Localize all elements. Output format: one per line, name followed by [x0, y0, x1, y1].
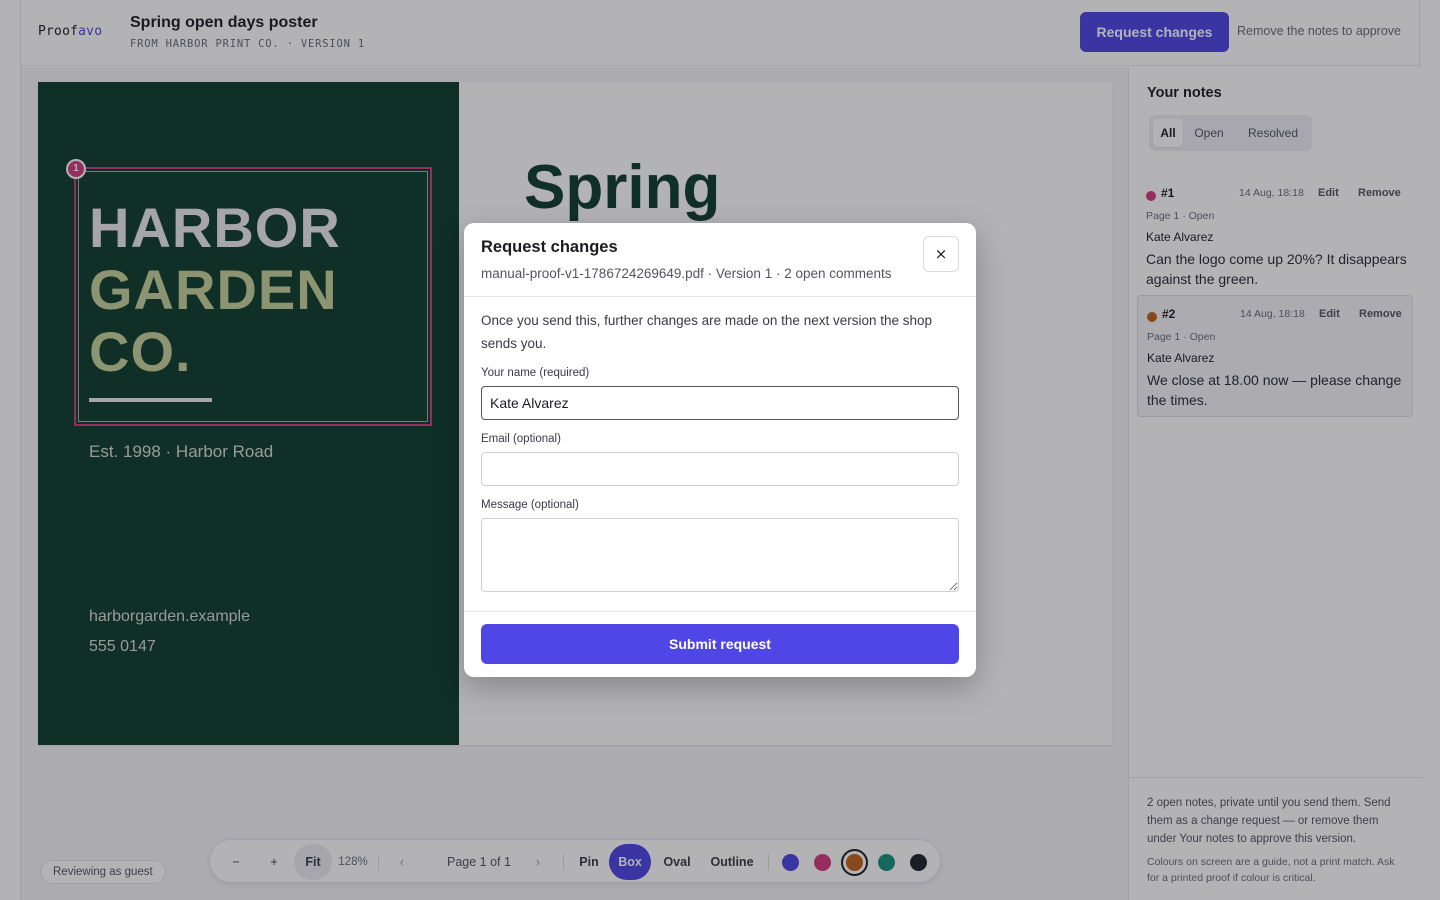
name-label: Your name (required) [481, 367, 590, 379]
close-icon[interactable]: × [923, 236, 959, 272]
request-changes-dialog: Request changes manual-proof-v1-17867242… [464, 223, 976, 677]
name-field[interactable] [481, 386, 959, 420]
dialog-subtitle: manual-proof-v1-1786724269649.pdf · Vers… [481, 266, 892, 281]
message-field[interactable] [481, 518, 959, 592]
dialog-divider [464, 611, 976, 612]
submit-request-button[interactable]: Submit request [481, 624, 959, 664]
dialog-divider [464, 296, 976, 297]
dialog-intro: Once you send this, further changes are … [481, 313, 933, 351]
dialog-title: Request changes [481, 238, 618, 256]
message-label: Message (optional) [481, 499, 579, 511]
email-label: Email (optional) [481, 433, 561, 445]
email-field[interactable] [481, 452, 959, 486]
